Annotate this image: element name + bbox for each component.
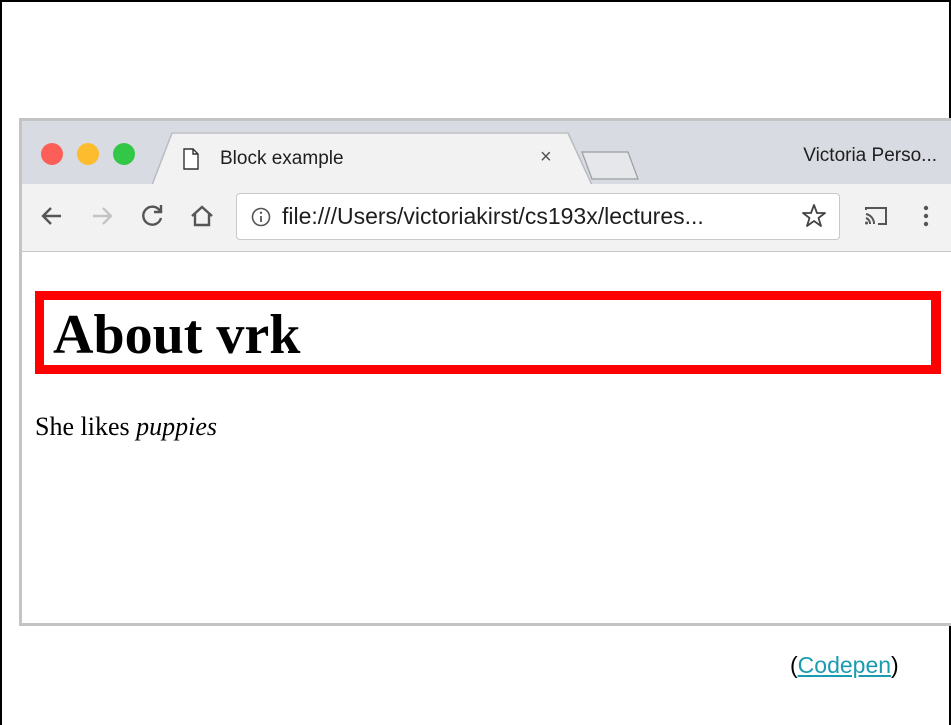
profile-name[interactable]: Victoria Perso... — [803, 145, 937, 167]
back-arrow-icon[interactable] — [38, 202, 66, 230]
heading-block: About vrk — [35, 291, 941, 374]
codepen-reference: (Codepen) — [790, 652, 899, 679]
tab-strip: Block example × Victoria Perso... — [22, 121, 951, 185]
browser-toolbar: file:///Users/victoriakirst/cs193x/lectu… — [22, 184, 951, 252]
page-heading: About vrk — [53, 304, 301, 366]
minimize-window-button[interactable] — [77, 143, 99, 165]
close-paren: ) — [891, 652, 899, 678]
browser-window: Block example × Victoria Perso... file:/… — [19, 118, 951, 626]
paragraph-text: She likes — [35, 412, 137, 441]
reload-icon[interactable] — [138, 202, 166, 230]
bookmark-star-icon[interactable] — [801, 203, 827, 229]
paragraph-emphasis: puppies — [136, 412, 217, 441]
tab-close-icon[interactable]: × — [540, 146, 552, 169]
codepen-link[interactable]: Codepen — [798, 652, 891, 678]
new-tab-button[interactable] — [580, 150, 642, 180]
info-icon[interactable] — [251, 207, 271, 227]
cast-icon[interactable] — [862, 202, 890, 230]
page-viewport: About vrk She likes puppies — [22, 252, 951, 623]
page-paragraph: She likes puppies — [35, 412, 217, 442]
open-paren: ( — [790, 652, 798, 678]
maximize-window-button[interactable] — [113, 143, 135, 165]
page-icon — [183, 148, 199, 170]
home-icon[interactable] — [188, 202, 216, 230]
tab-block-example[interactable] — [152, 132, 592, 185]
menu-dots-icon[interactable] — [912, 202, 940, 230]
forward-arrow-icon[interactable] — [88, 202, 116, 230]
url-text: file:///Users/victoriakirst/cs193x/lectu… — [282, 203, 704, 229]
close-window-button[interactable] — [41, 143, 63, 165]
address-bar[interactable]: file:///Users/victoriakirst/cs193x/lectu… — [236, 193, 840, 240]
tab-title: Block example — [220, 148, 344, 169]
